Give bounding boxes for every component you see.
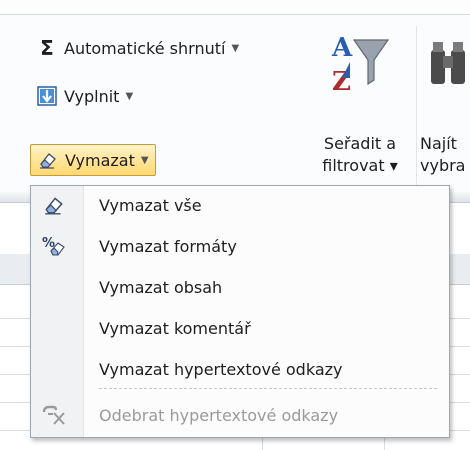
menu-item-clear-formats[interactable]: % Vymazat formáty — [31, 229, 449, 263]
menu-item-label: Vymazat hypertextové odkazy — [99, 359, 343, 379]
ribbon-separator — [416, 26, 417, 186]
remove-hyperlinks-icon — [41, 402, 67, 428]
eraser-icon — [37, 149, 59, 171]
eraser-icon — [41, 192, 67, 218]
menu-item-label: Vymazat komentář — [99, 318, 251, 338]
sort-filter-label-line2: filtrovat ▾ — [322, 156, 398, 175]
chevron-down-icon: ▼ — [140, 154, 149, 166]
autosum-label: Automatické shrnutí — [64, 38, 226, 58]
clear-label: Vymazat — [65, 150, 135, 170]
menu-item-clear-comments[interactable]: Vymazat komentář — [31, 311, 449, 345]
home-ribbon-editing-group: Σ Automatické shrnutí ▼ Vyplnit ▼ Vymaza… — [0, 0, 470, 203]
menu-item-label: Vymazat formáty — [99, 236, 237, 256]
clear-dropdown-menu: Vymazat vše % Vymazat formáty Vymazat ob… — [30, 185, 450, 438]
ribbon-top-edge — [0, 0, 470, 15]
menu-item-clear-contents[interactable]: Vymazat obsah — [31, 270, 449, 304]
menu-item-remove-hyperlinks: Odebrat hypertextové odkazy — [31, 398, 449, 432]
find-select-label-line2: vybra — [420, 156, 466, 175]
menu-item-label: Vymazat obsah — [99, 277, 223, 297]
find-select-label-line1: Najít — [420, 134, 457, 153]
sort-filter-label-line1: Seřadit a — [323, 134, 397, 153]
chevron-down-icon: ▼ — [231, 42, 240, 54]
menu-item-clear-all[interactable]: Vymazat vše — [31, 188, 449, 222]
menu-item-clear-hyperlinks[interactable]: Vymazat hypertextové odkazy — [31, 352, 449, 386]
menu-item-label: Odebrat hypertextové odkazy — [99, 405, 339, 425]
sigma-icon: Σ — [40, 36, 54, 60]
fill-down-icon — [36, 85, 58, 107]
clear-formats-icon: % — [41, 233, 67, 259]
binoculars-icon — [425, 28, 470, 102]
menu-separator — [99, 388, 437, 389]
svg-text:A: A — [331, 33, 353, 63]
autosum-button[interactable]: Σ Automatické shrnutí ▼ — [36, 34, 239, 62]
find-select-button[interactable]: Najít vybra — [420, 133, 470, 177]
fill-button[interactable]: Vyplnit ▼ — [36, 82, 133, 110]
sort-filter-button[interactable]: Seřadit a filtrovat ▾ — [306, 133, 414, 177]
clear-button[interactable]: Vymazat ▼ — [30, 144, 156, 176]
chevron-down-icon: ▼ — [125, 90, 134, 102]
sort-filter-icon: A Z — [328, 28, 390, 102]
fill-label: Vyplnit — [64, 86, 120, 106]
menu-item-label: Vymazat vše — [99, 195, 202, 215]
